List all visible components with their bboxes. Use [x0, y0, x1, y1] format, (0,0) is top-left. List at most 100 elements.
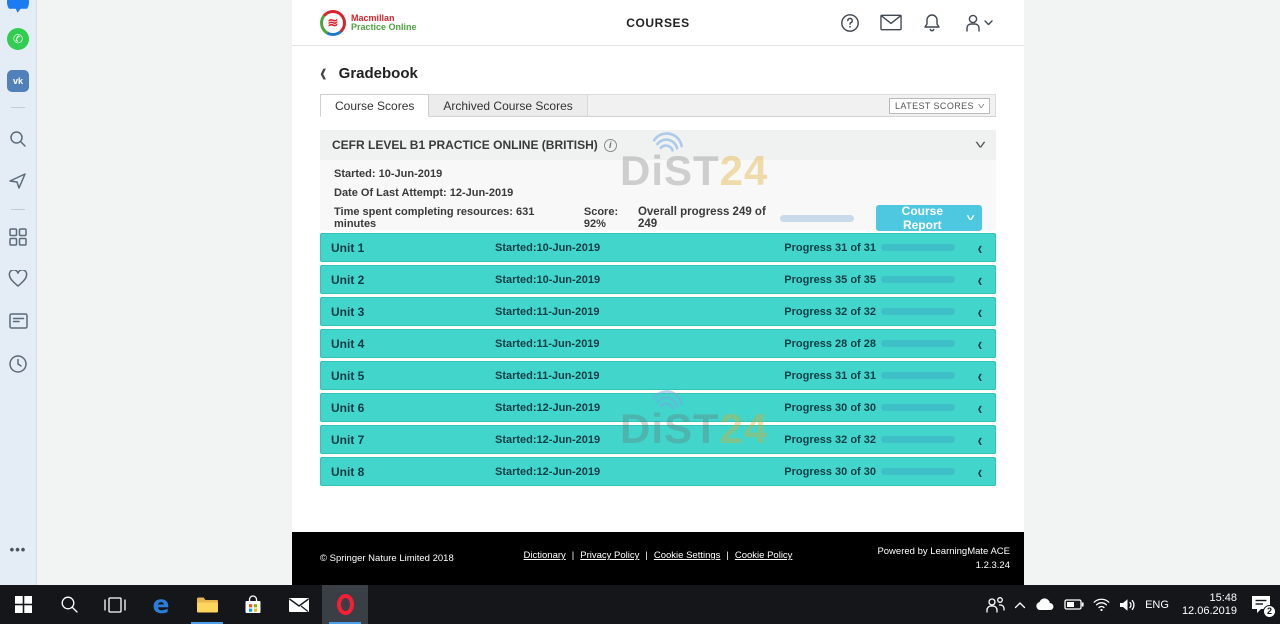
unit-row[interactable]: Unit 2 Started:10-Jun-2019 Progress 35 o…: [320, 265, 996, 294]
chevron-left-icon[interactable]: ‹: [975, 269, 985, 290]
taskbar-time: 15:48: [1182, 592, 1237, 605]
unit-progress-bar: [881, 308, 955, 315]
unit-name: Unit 7: [331, 433, 495, 447]
tab-course-scores[interactable]: Course Scores: [320, 94, 429, 117]
site-footer: © Springer Nature Limited 2018 Dictionar…: [292, 532, 1024, 585]
volume-icon[interactable]: [1119, 598, 1136, 612]
unit-started-date: Started:11-Jun-2019: [495, 370, 600, 382]
chevron-left-icon[interactable]: ‹: [975, 461, 985, 482]
chevron-down-icon[interactable]: ˅: [975, 138, 987, 152]
macmillan-logo[interactable]: Macmillan Practice Online: [320, 10, 417, 36]
footer-link-privacy-policy[interactable]: Privacy Policy: [580, 550, 639, 561]
chevron-down-icon: ˅: [977, 102, 985, 111]
speed-dial-icon[interactable]: [7, 226, 29, 248]
course-report-label: Course Report: [885, 204, 960, 232]
battery-icon[interactable]: [1064, 599, 1084, 610]
unit-row[interactable]: Unit 4 Started:11-Jun-2019 Progress 28 o…: [320, 329, 996, 358]
course-panel-header[interactable]: CEFR LEVEL B1 PRACTICE ONLINE (BRITISH) …: [320, 130, 996, 160]
unit-progress-label: Progress 28 of 28: [784, 338, 876, 350]
notification-badge: 2: [1263, 605, 1276, 618]
taskbar-search-icon[interactable]: [46, 585, 92, 624]
unit-row[interactable]: Unit 5 Started:11-Jun-2019 Progress 31 o…: [320, 361, 996, 390]
people-icon[interactable]: [985, 596, 1005, 614]
help-icon[interactable]: [839, 12, 861, 34]
unit-row[interactable]: Unit 6 Started:12-Jun-2019 Progress 30 o…: [320, 393, 996, 422]
macmillan-logo-text: Macmillan Practice Online: [351, 14, 417, 32]
task-view-icon[interactable]: [92, 585, 138, 624]
notifications-bell-icon[interactable]: [921, 12, 943, 34]
version-text: 1.2.3.24: [976, 560, 1010, 571]
unit-list: Unit 1 Started:10-Jun-2019 Progress 31 o…: [320, 233, 996, 486]
language-indicator[interactable]: ENG: [1145, 599, 1169, 611]
unit-name: Unit 2: [331, 273, 495, 287]
chevron-left-icon[interactable]: ‹: [975, 333, 985, 354]
vk-icon[interactable]: vk: [7, 70, 29, 92]
chevron-left-icon[interactable]: ‹: [975, 365, 985, 386]
wifi-icon[interactable]: [1093, 598, 1110, 611]
unit-progress-label: Progress 30 of 30: [784, 466, 876, 478]
chevron-left-icon[interactable]: ‹: [975, 429, 985, 450]
browser-page: Macmillan Practice Online COURSES: [37, 0, 1280, 585]
unit-name: Unit 5: [331, 369, 495, 383]
bookmarks-heart-icon[interactable]: [7, 268, 29, 290]
course-report-button[interactable]: Course Report ˅: [876, 205, 982, 231]
search-icon[interactable]: [7, 128, 29, 150]
chevron-left-icon[interactable]: ‹: [975, 301, 985, 322]
unit-name: Unit 4: [331, 337, 495, 351]
mail-icon[interactable]: [880, 12, 902, 34]
taskbar-clock[interactable]: 15:48 12.06.2019: [1182, 592, 1237, 618]
hidden-icons-chevron[interactable]: [1014, 601, 1026, 609]
back-button[interactable]: ‹: [320, 60, 327, 85]
site-content: Macmillan Practice Online COURSES: [292, 0, 1024, 585]
action-center-icon[interactable]: 2: [1250, 594, 1274, 616]
mail-app-icon[interactable]: [276, 585, 322, 624]
course-details: Started: 10-Jun-2019 Date Of Last Attemp…: [320, 160, 996, 230]
unit-started-date: Started:12-Jun-2019: [495, 402, 600, 414]
course-stats-row: Time spent completing resources: 631 min…: [334, 205, 982, 231]
chevron-down-icon: ˅: [966, 213, 974, 223]
unit-row[interactable]: Unit 7 Started:12-Jun-2019 Progress 32 o…: [320, 425, 996, 454]
messenger-icon[interactable]: [7, 0, 29, 13]
whatsapp-icon[interactable]: ✆: [7, 28, 29, 50]
unit-row[interactable]: Unit 8 Started:12-Jun-2019 Progress 30 o…: [320, 457, 996, 486]
macmillan-logo-icon: [320, 10, 346, 36]
unit-row[interactable]: Unit 1 Started:10-Jun-2019 Progress 31 o…: [320, 233, 996, 262]
my-flow-icon[interactable]: [7, 170, 29, 192]
unit-progress-bar: [881, 436, 955, 443]
onedrive-cloud-icon[interactable]: [1035, 598, 1055, 611]
tab-archived-course-scores[interactable]: Archived Course Scores: [429, 95, 587, 116]
unit-name: Unit 3: [331, 305, 495, 319]
sidebar-divider: [11, 209, 25, 210]
logo-line2: Practice Online: [351, 23, 417, 32]
unit-name: Unit 8: [331, 465, 495, 479]
sidebar-more-icon[interactable]: •••: [7, 538, 29, 560]
unit-progress-label: Progress 31 of 31: [784, 370, 876, 382]
store-icon[interactable]: [230, 585, 276, 624]
news-icon[interactable]: [7, 310, 29, 332]
chevron-left-icon[interactable]: ‹: [975, 397, 985, 418]
account-icon[interactable]: [962, 12, 994, 34]
desktop-screen: ✆ vk ••• Macmi: [0, 0, 1280, 624]
edge-icon[interactable]: e: [138, 585, 184, 624]
info-icon[interactable]: i: [604, 139, 617, 152]
start-button[interactable]: [0, 585, 46, 624]
footer-link-dictionary[interactable]: Dictionary: [524, 550, 566, 561]
tabstrip: Course Scores Archived Course Scores LAT…: [320, 94, 996, 117]
footer-link-cookie-settings[interactable]: Cookie Settings: [654, 550, 721, 561]
history-clock-icon[interactable]: [7, 353, 29, 375]
opera-icon[interactable]: [322, 585, 368, 624]
unit-name: Unit 6: [331, 401, 495, 415]
footer-link-separator: |: [572, 550, 574, 561]
course-title: CEFR LEVEL B1 PRACTICE ONLINE (BRITISH): [332, 138, 598, 152]
unit-row[interactable]: Unit 3 Started:11-Jun-2019 Progress 32 o…: [320, 297, 996, 326]
latest-scores-dropdown[interactable]: LATEST SCORES ˅: [889, 98, 990, 114]
chevron-left-icon[interactable]: ‹: [975, 237, 985, 258]
unit-progress-bar: [881, 372, 955, 379]
browser-sidebar: ✆ vk •••: [0, 0, 37, 585]
footer-link-cookie-policy[interactable]: Cookie Policy: [735, 550, 793, 561]
system-tray: ENG 15:48 12.06.2019 2: [985, 585, 1280, 624]
nav-courses-link[interactable]: COURSES: [626, 16, 690, 30]
unit-progress-bar: [881, 468, 955, 475]
file-explorer-icon[interactable]: [184, 585, 230, 624]
page-title-row: ‹ Gradebook: [320, 62, 996, 84]
